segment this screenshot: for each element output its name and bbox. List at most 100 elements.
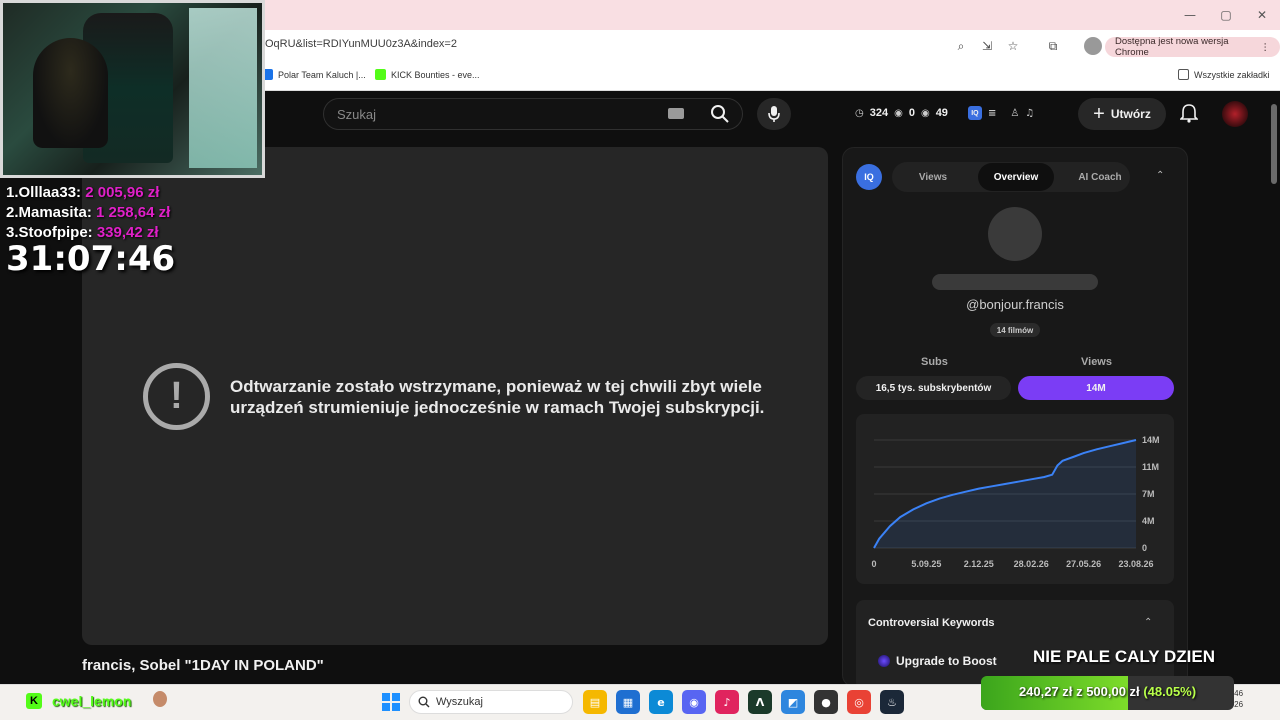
trophy-icon[interactable]: ♙ [1010,108,1019,119]
donor-name: 1.Olllaa33: [6,184,82,201]
notifications-button[interactable] [1178,102,1200,124]
views-chart-svg: 0 4M 7M 11M 14M 0 5.09.25 2.12.25 28.02.26 27.05.… [871,435,1160,569]
taskbar-search[interactable]: Wyszukaj [409,690,573,714]
taskbar-search-label: Wyszukaj [436,696,483,708]
x-tick-label: 5.09.25 [911,559,941,569]
player-error-message: Odtwarzanie zostało wstrzymane, ponieważ… [230,377,765,417]
donor-amount: 2 005,96 zł [85,184,160,201]
search-icon [418,696,430,708]
notification-icon[interactable]: ♫ [1025,108,1034,119]
donation-goal-text: 240,27 zł z 500,00 zł (48.05%) [981,684,1234,699]
create-button[interactable]: + Utwórz [1078,98,1166,130]
create-label: Utwórz [1110,107,1151,121]
views-toggle[interactable]: 14M [1018,376,1174,400]
chevron-up-icon[interactable]: ⌃ [1156,170,1164,181]
bookmark-kick-bounties[interactable]: KICK Bounties - eve... [375,69,480,80]
x-tick-label: 28.02.26 [1014,559,1049,569]
views-label: Views [1081,356,1112,368]
bookmark-label: Polar Team Kaluch |... [278,69,366,80]
boost-icon [878,655,890,667]
chrome-icon[interactable]: ◎ [847,690,871,714]
boost-label: Upgrade to Boost [896,654,997,668]
tab-views[interactable]: Views [896,163,970,191]
donor-name: 2.Mamasita: [6,204,92,221]
bookmark-star-icon[interactable]: ☆ [1004,37,1022,55]
iq-icon[interactable]: IQ [967,106,982,120]
chrome-update-button[interactable]: Dostępna jest nowa wersja Chrome ⋮ [1105,36,1280,58]
taskbar-apps: ▤ ▦ e ◉ ♪ Λ ◩ ● ◎ ♨ [583,690,904,714]
list-icon[interactable]: ≡ [988,108,996,119]
extensions-icon[interactable]: ⧉ [1044,37,1062,55]
y-tick-label: 4M [1142,516,1155,526]
user-emote-icon [153,691,167,707]
discord-icon[interactable]: ◉ [682,690,706,714]
update-label: Dostępna jest nowa wersja Chrome [1115,36,1229,58]
eye-icon: ◉ [920,107,930,119]
stream-banner: NIE PALE CALY DZIEN [1033,647,1215,666]
steam-icon[interactable]: ♨ [880,690,904,714]
stat-views: 49 [935,107,948,119]
donor-amount: 1 258,64 zł [96,204,171,221]
channel-stats: ◷ 324 ◉ 0 ◉ 49 IQ ≡ ♙ ♫ [855,106,1034,120]
bell-icon [1180,104,1198,123]
kick-icon [375,69,386,80]
subs-toggle[interactable]: 16,5 tys. subskrybentów [856,376,1011,400]
keyboard-icon[interactable] [668,108,684,119]
goal-percent: (48.05%) [1143,684,1197,699]
edge-icon[interactable]: e [649,690,673,714]
chevron-up-icon[interactable]: ⌃ [1144,617,1152,628]
tiktok-icon[interactable]: ♪ [715,690,739,714]
eye-icon: ◉ [894,107,903,119]
films-badge: 14 filmów [990,323,1040,337]
bookmark-polar-team[interactable]: Polar Team Kaluch |... [262,69,366,80]
photos-icon[interactable]: ◩ [781,690,805,714]
close-button[interactable]: ✕ [1244,0,1280,30]
clock-icon: ◷ [855,107,864,119]
account-avatar[interactable] [1222,101,1248,127]
vidiq-logo: IQ [856,164,882,190]
zoom-icon[interactable]: ⌕ [952,37,970,55]
stat-videos: 324 [869,107,889,119]
tab-ai-coach[interactable]: AI Coach [1062,163,1138,191]
kick-username: cwel_lemon [52,693,132,709]
search-button[interactable] [697,98,743,130]
views-chart: 0 4M 7M 11M 14M 0 5.09.25 2.12.25 28.02.26 27.05.… [856,414,1174,584]
stream-timer: 31:07:46 [6,239,176,279]
keywords-title: Controversial Keywords [868,617,995,629]
x-tick-label: 0 [871,559,876,569]
scrollbar-thumb[interactable] [1271,104,1277,184]
y-tick-label: 14M [1142,435,1160,445]
goal-separator: z [1076,684,1083,699]
error-icon: ! [143,363,210,430]
url-input[interactable]: OqRU&list=RDIYunMUU0z3A&index=2 [265,38,457,50]
channel-avatar [988,207,1042,261]
streamer [33,38,108,148]
store-icon[interactable]: ▦ [616,690,640,714]
folder-icon [1178,69,1189,80]
upgrade-boost-button[interactable]: Upgrade to Boost [878,654,997,668]
channel-name-placeholder [932,274,1098,290]
profile-avatar[interactable] [1084,37,1102,55]
search-input[interactable]: Szukaj [337,107,376,122]
x-tick-label: 27.05.26 [1066,559,1101,569]
install-app-icon[interactable]: ⇲ [978,37,996,55]
video-title: francis, Sobel "1DAY IN POLAND" [82,657,324,674]
more-menu-icon: ⋮ [1260,41,1271,53]
all-bookmarks[interactable]: Wszystkie zakładki [1178,69,1270,80]
tab-overview[interactable]: Overview [978,163,1054,191]
voice-search-button[interactable] [757,98,791,130]
app-dark-icon[interactable]: ● [814,690,838,714]
file-explorer-icon[interactable]: ▤ [583,690,607,714]
minimize-button[interactable]: — [1172,0,1208,30]
y-tick-label: 11M [1142,462,1159,472]
maximize-button[interactable]: ▢ [1208,0,1244,30]
subs-label: Subs [921,356,948,368]
leaderboard-entry: 2.Mamasita: 1 258,64 zł [6,204,170,221]
kick-icon: K [26,693,42,709]
windows-start-button[interactable] [382,693,400,711]
window-light [189,8,257,168]
app-green-icon[interactable]: Λ [748,690,772,714]
leaderboard-entry: 1.Olllaa33: 2 005,96 zł [6,184,159,201]
x-tick-label: 23.08.26 [1118,559,1153,569]
y-tick-label: 0 [1142,543,1147,553]
